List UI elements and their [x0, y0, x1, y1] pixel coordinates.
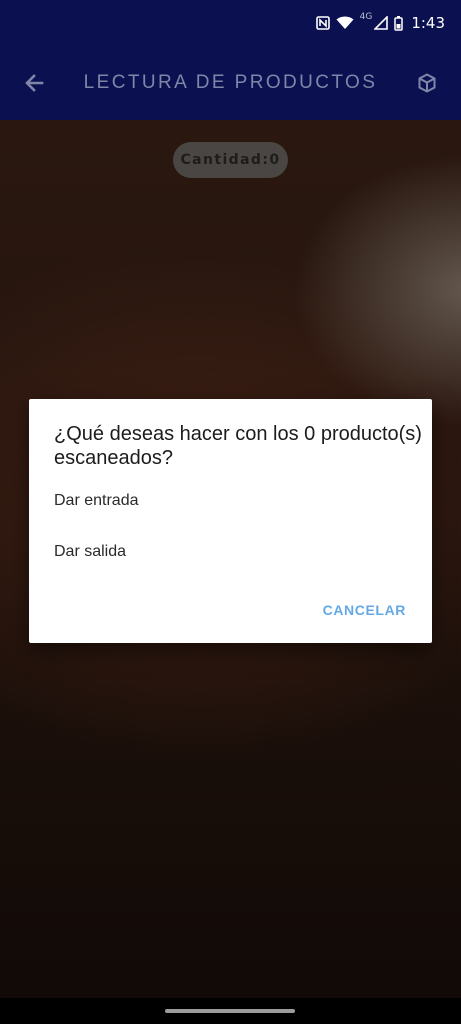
cancel-button[interactable]: CANCELAR — [323, 602, 406, 618]
status-icons: 4G 1:43 — [315, 12, 445, 34]
cube-button[interactable] — [407, 63, 447, 103]
dialog-title: ¿Qué deseas hacer con los 0 producto(s) … — [54, 423, 422, 469]
battery-icon — [394, 15, 404, 31]
cube-icon — [418, 73, 436, 93]
quantity-badge: Cantidad:0 — [173, 142, 288, 178]
status-time: 1:43 — [411, 14, 445, 32]
page-title: LECTURA DE PRODUCTOS — [83, 72, 378, 93]
wifi-icon — [336, 16, 354, 29]
option-dar-salida[interactable]: Dar salida — [54, 543, 126, 561]
status-bar: 4G 1:43 — [0, 0, 461, 46]
back-button[interactable] — [14, 63, 54, 103]
app-bar: LECTURA DE PRODUCTOS — [0, 46, 461, 120]
option-dar-entrada[interactable]: Dar entrada — [54, 492, 139, 510]
signal-icon — [374, 16, 389, 30]
navigation-bar — [0, 998, 461, 1024]
action-dialog: ¿Qué deseas hacer con los 0 producto(s) … — [29, 399, 432, 643]
nfc-icon — [315, 16, 330, 30]
home-gesture-handle[interactable] — [165, 1009, 295, 1013]
network-type-label: 4G — [359, 12, 373, 22]
arrow-back-icon — [25, 74, 44, 92]
